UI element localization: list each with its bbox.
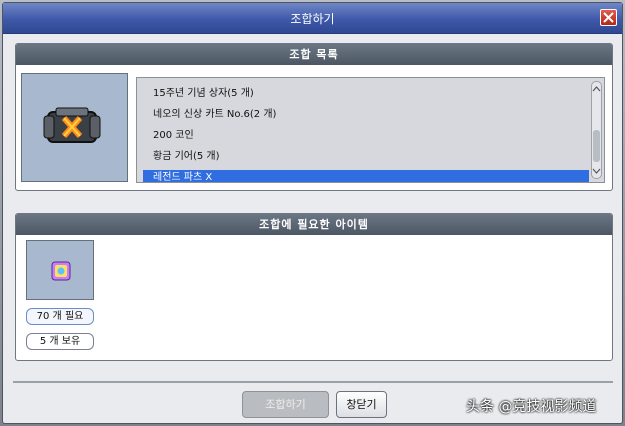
list-scrollbar[interactable] (591, 81, 602, 179)
close-icon[interactable] (600, 9, 617, 26)
list-item[interactable]: 네오의 신상 카트 No.6(2 개) (143, 107, 589, 122)
list-item-selected[interactable]: 레전드 파츠 X (143, 170, 589, 182)
required-items-header: 조합에 필요한 아이템 (16, 214, 612, 235)
list-item[interactable]: 15주년 기념 상자(5 개) (143, 86, 589, 101)
list-item[interactable]: 200 코인 (143, 128, 589, 143)
scroll-thumb[interactable] (593, 130, 600, 162)
required-count: 70 개 필요 (26, 308, 94, 325)
scroll-up-icon[interactable] (592, 84, 601, 94)
recipe-list-header: 조합 목록 (16, 44, 612, 65)
recipe-preview-slot (21, 73, 128, 182)
title-bar[interactable]: 조합하기 (3, 3, 622, 34)
recipe-list-panel: 조합 목록 15주년 기념 상자(5 개) 네오의 신상 카트 No.6(2 개… (15, 43, 613, 191)
owned-count: 5 개 보유 (26, 333, 94, 350)
watermark-text: 头条 @竞技视影频道 (466, 399, 597, 415)
legend-parts-x-icon (43, 107, 101, 143)
combine-window: 조합하기 조합 목록 15주년 기념 상자(5 개) 네오의 신상 카트 No.… (2, 2, 623, 424)
required-items-panel: 조합에 필요한 아이템 70 개 필요 5 개 보유 (15, 213, 613, 361)
required-item-slot[interactable] (26, 240, 94, 300)
combine-button[interactable]: 조합하기 (242, 391, 329, 418)
window-title: 조합하기 (290, 12, 335, 26)
close-window-button[interactable]: 창닫기 (336, 391, 387, 418)
divider (13, 381, 613, 383)
recipe-list[interactable]: 15주년 기념 상자(5 개) 네오의 신상 카트 No.6(2 개) 200 … (136, 77, 605, 183)
scroll-down-icon[interactable] (592, 166, 601, 176)
list-item[interactable]: 황금 기어(5 개) (143, 149, 589, 164)
material-item-icon (51, 261, 71, 281)
